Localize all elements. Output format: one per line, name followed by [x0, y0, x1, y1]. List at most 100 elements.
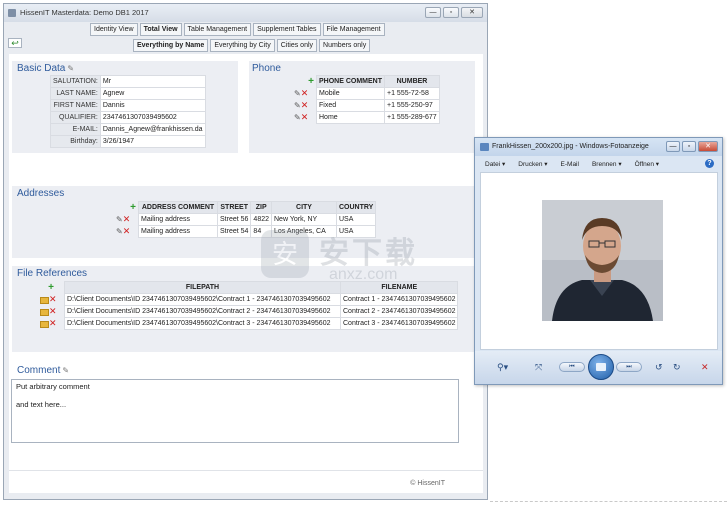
minimize-button[interactable]: —	[425, 7, 441, 18]
delete-x-icon[interactable]: ✕	[301, 100, 309, 110]
addresses-title: Addresses	[17, 188, 65, 199]
close-button[interactable]: ✕	[698, 141, 718, 152]
total-view-button[interactable]: Total View	[139, 23, 182, 36]
basic-data-title-text: Basic Data	[17, 63, 66, 74]
last-name-value[interactable]: Agnew	[99, 87, 206, 100]
actual-size-icon[interactable]: ⤧	[535, 362, 542, 373]
photo-viewer-controls: ⚲▾ ⤧ ⏮ ⏭ ↺ ↻ ✕	[475, 351, 722, 384]
action-cell: ✕	[38, 294, 65, 306]
address-city: Los Angeles, CA	[271, 225, 337, 238]
delete-x-icon[interactable]: ✕	[301, 112, 309, 122]
cities-only-button[interactable]: Cities only	[276, 39, 318, 52]
previous-button[interactable]: ⏮	[559, 362, 585, 372]
address-comment: Mailing address	[138, 225, 218, 238]
field-label: E-MAIL:	[50, 123, 101, 136]
zoom-icon[interactable]: ⚲▾	[497, 362, 508, 373]
photo-viewer-title-bar: FrankHissen_200x200.jpg - Windows-Fotoan…	[475, 138, 722, 156]
basic-data-table: SALUTATION: Mr LAST NAME: Agnew FIRST NAME…	[50, 75, 206, 148]
add-phone-icon[interactable]: +	[308, 76, 314, 87]
delete-x-icon[interactable]: ✕	[49, 294, 57, 304]
everything-by-name-button[interactable]: Everything by Name	[133, 39, 209, 52]
slideshow-button[interactable]	[588, 354, 614, 380]
minimize-button[interactable]: —	[666, 141, 680, 152]
edit-pencil-icon[interactable]: ✎	[294, 113, 301, 122]
column-header: COUNTRY	[335, 201, 377, 214]
file-management-button[interactable]: File Management	[322, 23, 385, 36]
salutation-value[interactable]: Mr	[99, 75, 206, 88]
action-cell: ✎✕	[292, 88, 317, 100]
column-header: PHONE COMMENT	[316, 75, 385, 88]
masterdata-window: HissenIT Masterdata: Demo DB1 2017 — ▫ ✕…	[3, 3, 488, 500]
action-cell: ✕	[38, 306, 65, 318]
supplement-tables-button[interactable]: Supplement Tables	[253, 23, 321, 36]
maximize-button[interactable]: ▫	[443, 7, 459, 18]
file-name: Contract 2 - 2347461307039495602	[339, 305, 459, 318]
table-row: ✕ D:\Client Documents\ID 234746130703949…	[38, 305, 459, 318]
menu-email[interactable]: E-Mail	[561, 161, 579, 168]
app-icon	[8, 9, 16, 17]
back-arrow-icon[interactable]: ↩	[8, 38, 22, 48]
file-name: Contract 3 - 2347461307039495602	[339, 317, 459, 330]
email-value[interactable]: Dannis_Agnew@frankhissen.da	[99, 123, 206, 136]
delete-x-icon[interactable]: ✕	[123, 226, 131, 236]
add-address-icon[interactable]: +	[130, 202, 136, 213]
first-name-value[interactable]: Dannis	[99, 99, 206, 112]
table-header-row: + FILEPATH FILENAME	[38, 281, 459, 294]
delete-icon[interactable]: ✕	[701, 362, 709, 373]
close-button[interactable]: ✕	[461, 7, 483, 18]
photo-viewer-title: FrankHissen_200x200.jpg - Windows-Fotoan…	[492, 143, 649, 150]
delete-x-icon[interactable]: ✕	[301, 88, 309, 98]
table-row: SALUTATION: Mr	[50, 75, 206, 88]
dashed-divider	[490, 501, 727, 502]
field-label: FIRST NAME:	[50, 99, 101, 112]
folder-icon[interactable]	[40, 296, 49, 304]
comment-textarea[interactable]: Put arbitrary comment and text here...	[11, 379, 459, 443]
edit-pencil-icon[interactable]: ✎	[116, 227, 123, 236]
table-row: LAST NAME: Agnew	[50, 87, 206, 100]
table-management-button[interactable]: Table Management	[183, 23, 252, 36]
column-header: FILENAME	[339, 281, 459, 294]
rotate-left-icon[interactable]: ↺	[655, 362, 663, 373]
add-cell: +	[292, 76, 317, 88]
address-city: New York, NY	[271, 213, 337, 226]
menu-burn[interactable]: Brennen ▾	[592, 160, 622, 168]
menu-open[interactable]: Öffnen ▾	[635, 160, 659, 168]
edit-pencil-icon[interactable]: ✎	[294, 101, 301, 110]
file-name: Contract 1 - 2347461307039495602	[339, 293, 459, 306]
file-references-title: File References	[17, 268, 88, 279]
folder-icon[interactable]	[40, 308, 49, 316]
add-file-icon[interactable]: +	[48, 282, 54, 293]
column-header: STREET	[216, 201, 252, 214]
comment-title: Comment ✎	[17, 365, 69, 376]
rotate-right-icon[interactable]: ↻	[673, 362, 681, 373]
edit-pencil-icon[interactable]: ✎	[62, 366, 69, 375]
addresses-table: + ADDRESS COMMENT STREET ZIP CITY COUNTR…	[114, 201, 377, 238]
edit-pencil-icon[interactable]: ✎	[294, 89, 301, 98]
menu-print[interactable]: Drucken ▾	[518, 160, 547, 168]
table-row: QUALIFIER: 2347461307039495602	[50, 111, 206, 124]
numbers-only-button[interactable]: Numbers only	[319, 39, 371, 52]
footer-divider	[9, 470, 483, 471]
next-button[interactable]: ⏭	[616, 362, 642, 372]
column-header: NUMBER	[384, 75, 440, 88]
menu-file[interactable]: Datei ▾	[485, 160, 505, 168]
maximize-button[interactable]: ▫	[682, 141, 696, 152]
identity-view-button[interactable]: Identity View	[90, 23, 138, 36]
address-country: USA	[335, 225, 377, 238]
edit-pencil-icon[interactable]: ✎	[67, 64, 74, 73]
birthday-value[interactable]: 3/26/1947	[99, 135, 206, 148]
everything-by-city-button[interactable]: Everything by City	[210, 39, 275, 52]
phone-comment: Home	[316, 111, 385, 124]
qualifier-value[interactable]: 2347461307039495602	[99, 111, 206, 124]
delete-x-icon[interactable]: ✕	[49, 306, 57, 316]
filter-toolbar: Everything by Name Everything by City Ci…	[133, 39, 371, 52]
file-references-panel: File References + FILEPATH FILENAME ✕ D:…	[12, 266, 475, 352]
address-street: Street 54	[216, 225, 252, 238]
column-header: ADDRESS COMMENT	[138, 201, 218, 214]
address-zip: 4822	[250, 213, 272, 226]
edit-pencil-icon[interactable]: ✎	[116, 215, 123, 224]
folder-icon[interactable]	[40, 320, 49, 328]
delete-x-icon[interactable]: ✕	[123, 214, 131, 224]
delete-x-icon[interactable]: ✕	[49, 318, 57, 328]
help-icon[interactable]: ?	[705, 159, 714, 168]
